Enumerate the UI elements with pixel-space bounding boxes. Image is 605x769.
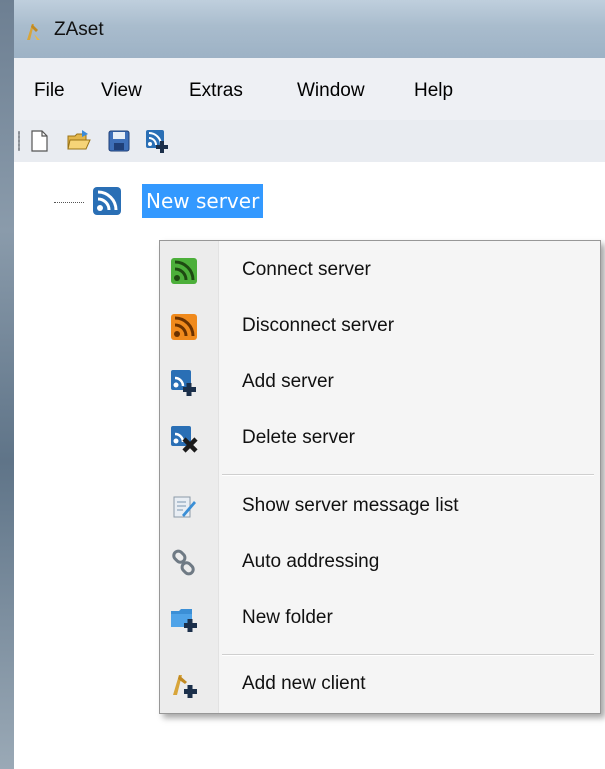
- menu-extras[interactable]: Extras: [189, 80, 243, 102]
- add-client-icon: [173, 675, 197, 698]
- title-bar[interactable]: ZAset: [14, 0, 605, 58]
- menu-item-delete-server[interactable]: Delete server: [160, 415, 600, 463]
- tree-node-new-server[interactable]: New server: [142, 184, 264, 218]
- open-folder-icon[interactable]: [66, 128, 92, 154]
- chain-link-icon: [172, 549, 195, 576]
- menu-item-label: Delete server: [242, 427, 355, 448]
- menu-item-label: Disconnect server: [242, 315, 395, 336]
- add-server-icon[interactable]: [144, 128, 170, 154]
- menu-item-new-folder[interactable]: New folder: [160, 595, 600, 643]
- menu-item-add-new-client[interactable]: Add new client: [160, 661, 600, 709]
- menu-item-show-server-message-list[interactable]: Show server message list: [160, 483, 600, 531]
- new-folder-icon: [171, 609, 197, 632]
- menu-help[interactable]: Help: [414, 80, 453, 102]
- menu-separator: [222, 654, 594, 656]
- menu-bar: File View Extras Window Help: [14, 58, 605, 121]
- app-window: ZAset File View Extras Window Help New s…: [14, 0, 605, 769]
- connect-server-icon: [171, 258, 197, 284]
- menu-item-disconnect-server[interactable]: Disconnect server: [160, 303, 600, 351]
- menu-view[interactable]: View: [101, 80, 142, 102]
- menu-item-label: Connect server: [242, 259, 371, 280]
- app-logo-icon: [27, 24, 40, 40]
- toolbar-grip[interactable]: [18, 131, 20, 151]
- message-list-icon: [173, 496, 196, 518]
- menu-item-connect-server[interactable]: Connect server: [160, 247, 600, 295]
- menu-file[interactable]: File: [34, 80, 65, 102]
- toolbar: [14, 120, 605, 163]
- context-menu: Connect server Disconnect server Add ser…: [159, 240, 601, 714]
- delete-server-icon: [171, 426, 198, 453]
- menu-separator: [222, 474, 594, 476]
- desktop-background: [0, 0, 14, 769]
- disconnect-server-icon: [171, 314, 197, 340]
- save-icon[interactable]: [106, 128, 132, 154]
- menu-item-add-server[interactable]: Add server: [160, 359, 600, 407]
- menu-item-label: Auto addressing: [242, 551, 380, 572]
- menu-window[interactable]: Window: [297, 80, 365, 102]
- menu-item-auto-addressing[interactable]: Auto addressing: [160, 539, 600, 587]
- menu-item-label: Show server message list: [242, 495, 459, 516]
- window-title: ZAset: [54, 19, 104, 40]
- menu-item-label: New folder: [242, 607, 333, 628]
- tree-connector-line: [54, 202, 84, 203]
- server-rss-icon: [93, 187, 121, 215]
- menu-item-label: Add new client: [242, 673, 366, 694]
- menu-item-label: Add server: [242, 371, 334, 392]
- new-file-icon[interactable]: [26, 128, 52, 154]
- add-server-icon: [171, 370, 196, 396]
